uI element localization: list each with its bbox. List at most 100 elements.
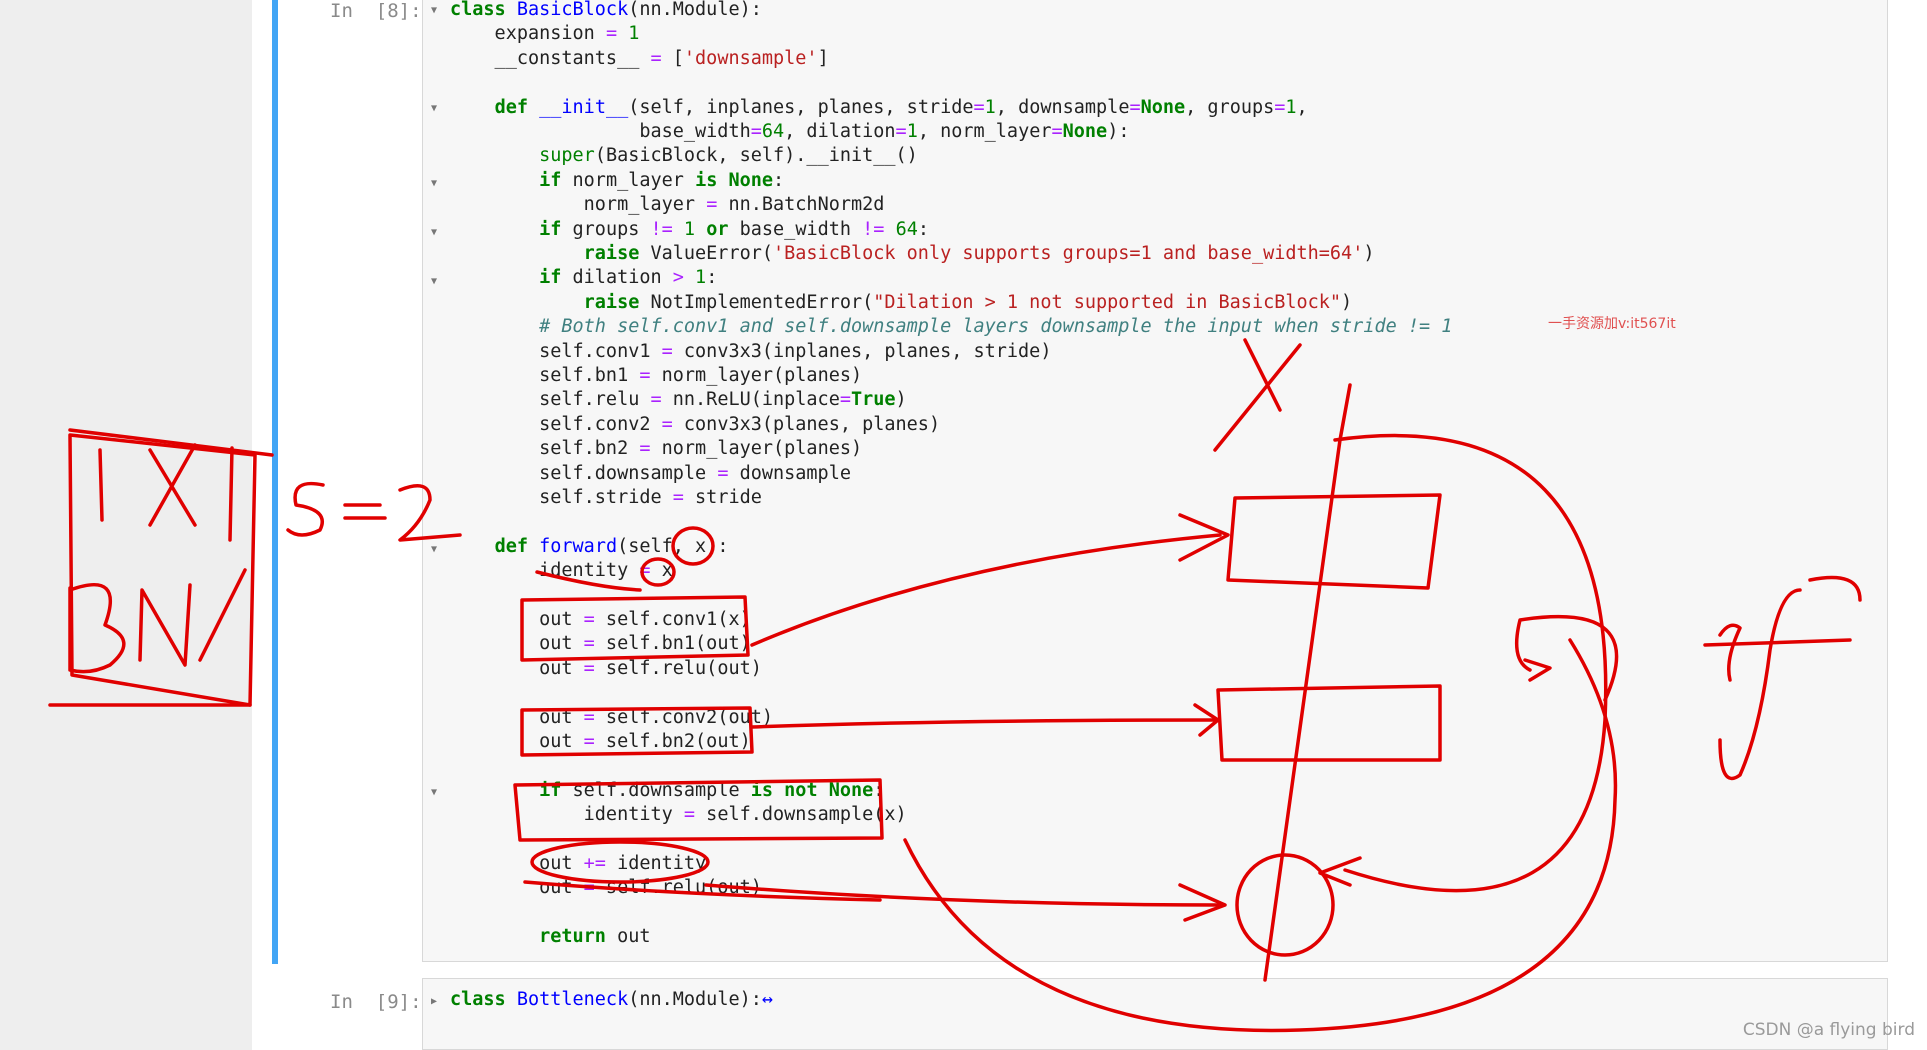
code-token: = (750, 121, 762, 142)
expand-arrow-icon[interactable]: ▶ (431, 996, 437, 1007)
code-line[interactable]: identity = self.downsample(x) (450, 803, 907, 827)
code-token: 1 (683, 267, 707, 289)
code-token: out (450, 853, 584, 874)
fold-arrow-icon[interactable]: ▼ (431, 544, 437, 555)
code-line[interactable]: out = self.relu(out) (450, 876, 762, 900)
code-line[interactable]: if groups != 1 or base_width != 64: (450, 218, 929, 242)
code-token: raise (583, 243, 651, 264)
code-line[interactable]: super(BasicBlock, self).__init__() (450, 144, 918, 168)
code-line[interactable]: class Bottleneck(nn.Module):↔ (450, 988, 773, 1012)
code-line[interactable]: if norm_layer is None: (450, 169, 784, 193)
code-line[interactable]: self.conv2 = conv3x3(planes, planes) (450, 413, 940, 437)
code-token: , (1296, 96, 1308, 118)
code-token: conv3x3(inplanes, planes, stride) (672, 340, 1052, 362)
code-line[interactable]: if self.downsample is not None: (450, 779, 884, 803)
code-token: self.bn2(out) (594, 731, 751, 752)
code-token: = (683, 804, 696, 826)
code-line[interactable]: out = self.conv2(out) (450, 706, 773, 730)
code-token: def (494, 535, 540, 557)
fold-arrow-icon[interactable]: ▼ (431, 5, 437, 16)
code-line[interactable]: # Both self.conv1 and self.downsample la… (450, 315, 1452, 339)
code-token: (self, x): (617, 535, 729, 557)
code-token: is (695, 169, 729, 191)
code-token: 1 (672, 218, 707, 240)
cell-8-prompt: In [8]: (330, 0, 422, 22)
code-token: out (450, 877, 584, 899)
code-line[interactable]: __constants__ = ['downsample'] (450, 47, 829, 71)
code-line[interactable]: raise ValueError('BasicBlock only suppor… (450, 242, 1375, 266)
code-token: : (773, 169, 785, 191)
fold-arrow-icon[interactable]: ▼ (431, 787, 437, 798)
code-token: None (1062, 121, 1108, 142)
code-line[interactable]: self.conv1 = conv3x3(inplanes, planes, s… (450, 340, 1051, 364)
code-token: norm_layer (572, 169, 696, 191)
code-token: if (539, 169, 573, 191)
code-line[interactable]: def forward(self, x): (450, 535, 729, 559)
fold-arrow-icon[interactable]: ▼ (431, 178, 437, 189)
code-token: self.downsample(x) (695, 804, 907, 826)
code-token: = (583, 706, 595, 728)
code-line[interactable]: if dilation > 1: (450, 266, 717, 290)
code-token: = (583, 657, 595, 679)
code-token: out (617, 926, 651, 948)
code-line[interactable]: out = self.relu(out) (450, 657, 762, 681)
code-token: groups (572, 218, 651, 240)
code-line[interactable]: self.bn2 = norm_layer(planes) (450, 437, 862, 461)
code-token: norm_layer(planes) (650, 365, 863, 386)
code-line[interactable]: out += identity (450, 852, 706, 876)
code-token: : (917, 218, 929, 240)
code-token: , downsample (995, 96, 1130, 118)
code-line[interactable]: def __init__(self, inplanes, planes, str… (450, 96, 1308, 120)
code-line[interactable]: base_width=64, dilation=1, norm_layer=No… (450, 120, 1129, 144)
code-token: = (895, 121, 907, 142)
code-token: out (450, 633, 584, 655)
code-token: (nn.Module): (628, 989, 762, 1010)
fold-arrow-icon[interactable]: ▼ (431, 227, 437, 238)
code-token: = (1129, 96, 1141, 118)
code-line[interactable]: raise NotImplementedError("Dilation > 1 … (450, 291, 1353, 315)
code-token: self.bn1(out) (594, 633, 751, 655)
code-line[interactable]: self.downsample = downsample (450, 462, 851, 486)
code-token: downsample (728, 462, 851, 484)
code-token: ] (817, 47, 829, 69)
code-token: norm_layer(planes) (650, 438, 863, 460)
code-line[interactable]: self.stride = stride (450, 486, 762, 510)
code-token: = (639, 560, 651, 582)
code-line[interactable]: expansion = 1 (450, 22, 640, 46)
code-line[interactable]: out = self.bn2(out) (450, 730, 751, 754)
fold-arrow-icon[interactable]: ▼ (431, 103, 437, 114)
code-line[interactable]: out = self.conv1(x) (450, 608, 751, 632)
fold-arrow-icon[interactable]: ▼ (431, 276, 437, 287)
code-line[interactable]: out = self.bn1(out) (450, 632, 751, 656)
code-token: self.downsample (572, 779, 751, 801)
code-token: self.stride (450, 487, 673, 508)
code-token: out (450, 706, 584, 728)
code-line[interactable]: class BasicBlock(nn.Module): (450, 0, 762, 22)
code-token: self.bn2 (450, 438, 640, 460)
code-token: True (850, 389, 896, 411)
code-token: = (650, 47, 662, 69)
code-line[interactable]: identity = x (450, 559, 673, 583)
code-token: 64 (884, 218, 918, 240)
code-line[interactable]: self.relu = nn.ReLU(inplace=True) (450, 388, 907, 412)
code-line[interactable]: self.bn1 = norm_layer(planes) (450, 364, 862, 388)
code-token: self.conv1 (450, 340, 662, 362)
code-token: if (539, 218, 573, 240)
code-token: super (539, 145, 595, 167)
code-token: self.conv2(out) (594, 706, 774, 728)
code-token: or (706, 218, 740, 240)
code-line[interactable]: norm_layer = nn.BatchNorm2d (450, 193, 885, 217)
code-line[interactable]: return out (450, 925, 651, 949)
code-token: None (1140, 96, 1186, 118)
code-token: base_width (739, 218, 863, 240)
code-token: __init__ (539, 96, 629, 118)
code-token: = (650, 389, 662, 411)
code-token: ) (1341, 291, 1353, 313)
code-token: Bottleneck (516, 989, 629, 1010)
